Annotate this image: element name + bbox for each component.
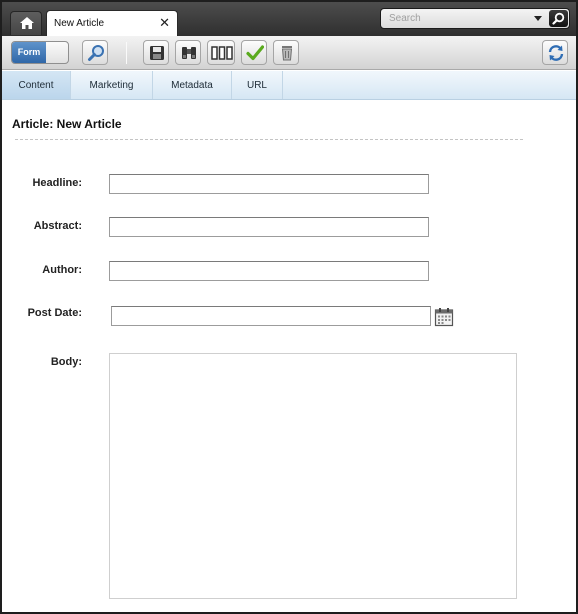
- content-tabs: Content Marketing Metadata URL: [2, 71, 576, 100]
- search-box: [380, 8, 570, 29]
- headline-label: Headline:: [32, 177, 82, 189]
- search-icon: [552, 12, 565, 25]
- tab-marketing[interactable]: Marketing: [71, 71, 153, 99]
- save-button[interactable]: [143, 40, 169, 65]
- home-icon: [20, 17, 34, 29]
- body-label: Body:: [50, 356, 82, 368]
- search-input[interactable]: [383, 10, 533, 27]
- toolbar-separator: [126, 42, 127, 64]
- close-icon[interactable]: ✕: [159, 16, 170, 29]
- versions-button[interactable]: [207, 40, 235, 65]
- preview-magnifier-icon: [88, 45, 104, 61]
- compare-binoculars-icon: [182, 47, 196, 59]
- tab-url[interactable]: URL: [232, 71, 283, 99]
- abstract-label: Abstract:: [33, 220, 82, 232]
- abstract-field[interactable]: [109, 217, 429, 237]
- home-button[interactable]: [10, 11, 42, 35]
- tab-metadata[interactable]: Metadata: [153, 71, 232, 99]
- headline-field[interactable]: [109, 174, 429, 194]
- calendar-icon[interactable]: [434, 307, 454, 327]
- author-field[interactable]: [109, 261, 429, 281]
- approve-check-icon: [246, 45, 264, 61]
- author-label: Author:: [42, 264, 82, 276]
- post-date-field[interactable]: [111, 306, 431, 326]
- document-tab-label: New Article: [54, 18, 105, 29]
- approve-button[interactable]: [241, 40, 267, 65]
- versions-icon: [211, 46, 233, 60]
- preview-button[interactable]: [82, 40, 108, 65]
- form-view-toggle[interactable]: Form: [11, 41, 69, 64]
- chevron-down-icon[interactable]: [534, 16, 542, 21]
- tab-content[interactable]: Content: [2, 71, 71, 99]
- save-icon: [150, 46, 164, 60]
- delete-trash-icon: [281, 46, 293, 61]
- refresh-button[interactable]: [542, 40, 568, 65]
- delete-button[interactable]: [273, 40, 299, 65]
- app-window: New Article ✕ Form: [0, 0, 578, 614]
- form-toggle-label: Form: [12, 42, 46, 63]
- post-date-label: Post Date:: [27, 307, 82, 319]
- body-textarea[interactable]: [109, 353, 517, 599]
- search-button[interactable]: [549, 10, 568, 27]
- title-divider: [15, 139, 523, 140]
- refresh-icon: [548, 45, 564, 61]
- toolbar: Form: [2, 36, 576, 70]
- document-tab[interactable]: New Article ✕: [46, 10, 178, 36]
- top-bar: New Article ✕: [2, 2, 576, 36]
- compare-button[interactable]: [175, 40, 201, 65]
- page-title: Article: New Article: [12, 117, 122, 131]
